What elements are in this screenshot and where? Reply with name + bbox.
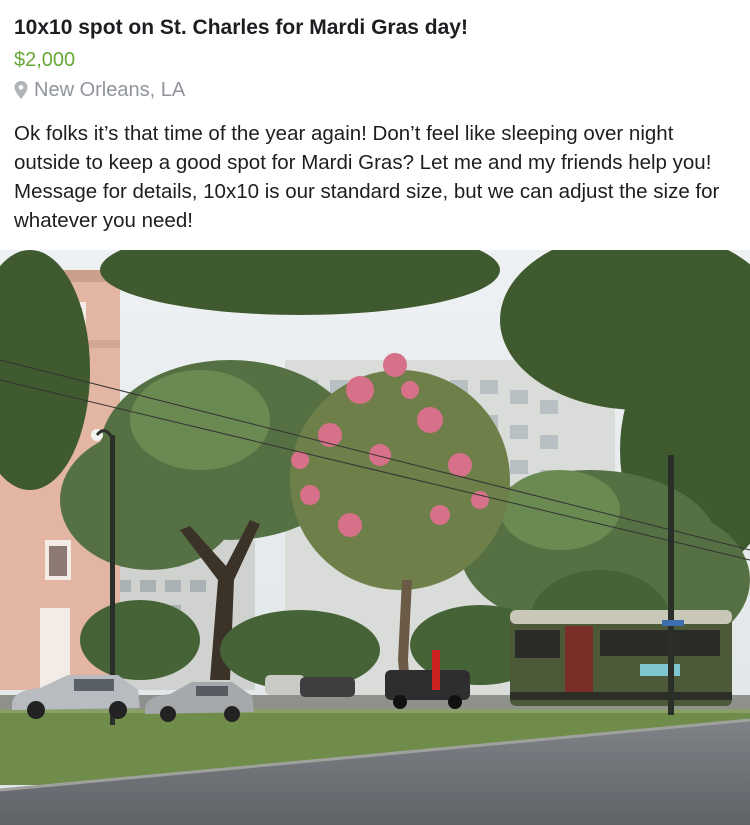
listing-title: 10x10 spot on St. Charles for Mardi Gras… bbox=[14, 16, 468, 39]
listing-photo[interactable] bbox=[0, 250, 750, 825]
listing-location[interactable]: New Orleans, LA bbox=[14, 75, 736, 105]
location-text: New Orleans, LA bbox=[34, 79, 186, 101]
street-scene-image bbox=[0, 250, 750, 825]
map-pin-icon bbox=[14, 81, 28, 99]
listing-price: $2,000 bbox=[14, 49, 76, 71]
streetcar bbox=[510, 610, 732, 706]
listing-description: Ok folks it’s that time of the year agai… bbox=[14, 122, 720, 232]
marketplace-listing: 10x10 spot on St. Charles for Mardi Gras… bbox=[0, 0, 750, 825]
listing-header: 10x10 spot on St. Charles for Mardi Gras… bbox=[0, 0, 750, 236]
